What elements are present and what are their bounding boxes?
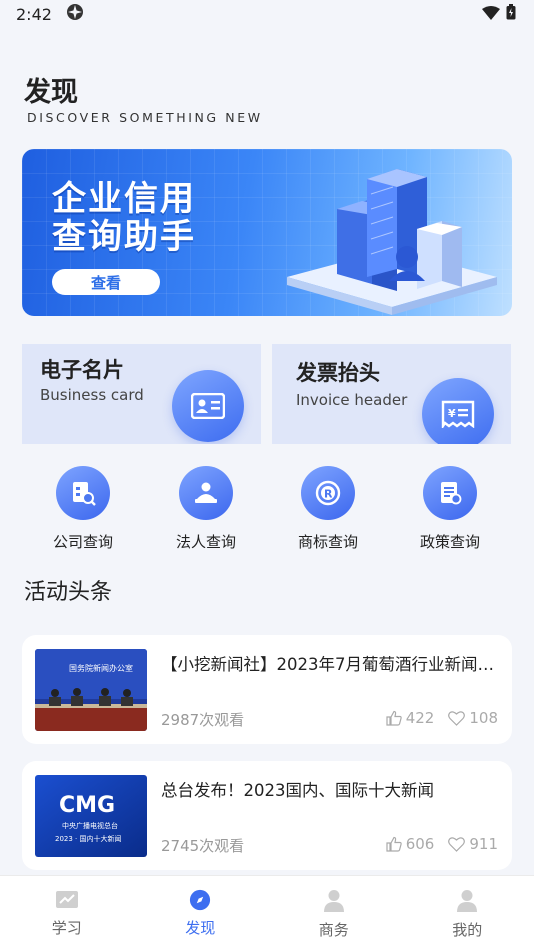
wifi-icon — [482, 5, 500, 24]
news-title: 【小挖新闻社】2023年7月葡萄酒行业新闻速递 — [161, 655, 496, 674]
news-thumbnail: 国务院新闻办公室 — [35, 649, 147, 731]
legal-person-icon — [179, 466, 233, 520]
bottom-tab-bar: 学习 发现 商务 我的 — [0, 875, 534, 950]
business-card-subtitle: Business card — [40, 386, 144, 404]
business-card-entry[interactable]: 电子名片 Business card — [22, 344, 261, 444]
page-subtitle: DISCOVER SOMETHING NEW — [27, 110, 263, 125]
heart-icon — [448, 711, 466, 726]
news-thumb-sub2: 2023 · 国内十大新闻 — [55, 834, 122, 843]
news-favorite-button[interactable]: 911 — [448, 835, 498, 853]
tab-study[interactable]: 学习 — [0, 876, 134, 950]
news-thumb-text: 国务院新闻办公室 — [69, 663, 133, 673]
tab-discover-label: 发现 — [185, 919, 216, 937]
news-favorite-button[interactable]: 108 — [448, 709, 498, 727]
battery-icon — [506, 4, 516, 24]
promo-banner[interactable]: 企业信用 查询助手 查看 — [22, 149, 512, 316]
tab-study-label: 学习 — [51, 919, 82, 937]
id-card-icon — [172, 370, 244, 442]
user-icon — [457, 890, 478, 912]
status-bar: 2:42 — [0, 0, 534, 28]
business-card-title: 电子名片 — [40, 358, 124, 382]
person-icon — [323, 890, 344, 912]
svg-text:R: R — [324, 488, 333, 501]
svg-text:¥: ¥ — [448, 407, 456, 420]
quick-legal-person-search-label: 法人查询 — [175, 533, 236, 551]
news-thumb-logo-text: CMG — [59, 793, 115, 818]
news-title: 总台发布！2023国内、国际十大新闻 — [161, 781, 434, 800]
status-time: 2:42 — [16, 4, 52, 24]
section-title-activity-news: 活动头条 — [24, 580, 113, 605]
invoice-icon: ¥ — [422, 378, 494, 444]
thumbs-up-icon — [386, 710, 402, 726]
quick-company-search-label: 公司查询 — [52, 533, 113, 551]
news-like-count: 606 — [405, 835, 435, 853]
page-title: 发现 — [24, 77, 78, 108]
policy-icon — [423, 466, 477, 520]
news-item[interactable]: 国务院新闻办公室 【小挖新闻社】2023年7月葡萄酒行业新闻速递 2987次观看… — [22, 635, 512, 744]
quick-policy-search-label: 政策查询 — [419, 533, 480, 551]
news-like-button[interactable]: 422 — [386, 709, 435, 727]
tab-business[interactable]: 商务 — [267, 876, 401, 950]
invoice-header-subtitle: Invoice header — [296, 391, 408, 409]
tab-business-label: 商务 — [318, 921, 349, 939]
news-views: 2987次观看 — [161, 711, 245, 729]
news-like-count: 422 — [405, 709, 435, 727]
chart-icon — [55, 891, 78, 908]
quick-policy-search[interactable]: 政策查询 — [395, 466, 505, 556]
news-item[interactable]: CMG 中央广播电视总台 2023 · 国内十大新闻 总台发布！2023国内、国… — [22, 761, 512, 870]
news-favorite-count: 108 — [469, 709, 498, 727]
quick-company-search[interactable]: 公司查询 — [28, 466, 138, 556]
thumbs-up-icon — [386, 836, 402, 852]
banner-title-line2: 查询助手 — [52, 217, 196, 257]
news-like-button[interactable]: 606 — [386, 835, 435, 853]
compass-icon — [190, 889, 211, 911]
news-thumbnail: CMG 中央广播电视总台 2023 · 国内十大新闻 — [35, 775, 147, 857]
trademark-icon: R — [301, 466, 355, 520]
news-thumb-sub1: 中央广播电视总台 — [62, 821, 118, 830]
invoice-header-entry[interactable]: 发票抬头 Invoice header ¥ — [272, 344, 511, 444]
quick-legal-person-search[interactable]: 法人查询 — [151, 466, 261, 556]
tab-discover[interactable]: 发现 — [134, 876, 268, 950]
app-notification-icon — [66, 3, 84, 25]
quick-trademark-search-label: 商标查询 — [297, 533, 358, 551]
heart-icon — [448, 837, 466, 852]
banner-view-button[interactable]: 查看 — [52, 269, 160, 295]
invoice-header-title: 发票抬头 — [296, 361, 380, 385]
quick-trademark-search[interactable]: R 商标查询 — [273, 466, 383, 556]
news-views: 2745次观看 — [161, 837, 245, 855]
tab-mine[interactable]: 我的 — [401, 876, 534, 950]
news-favorite-count: 911 — [469, 835, 498, 853]
company-search-icon — [56, 466, 110, 520]
building-illustration-icon — [287, 169, 497, 315]
tab-mine-label: 我的 — [452, 921, 483, 939]
